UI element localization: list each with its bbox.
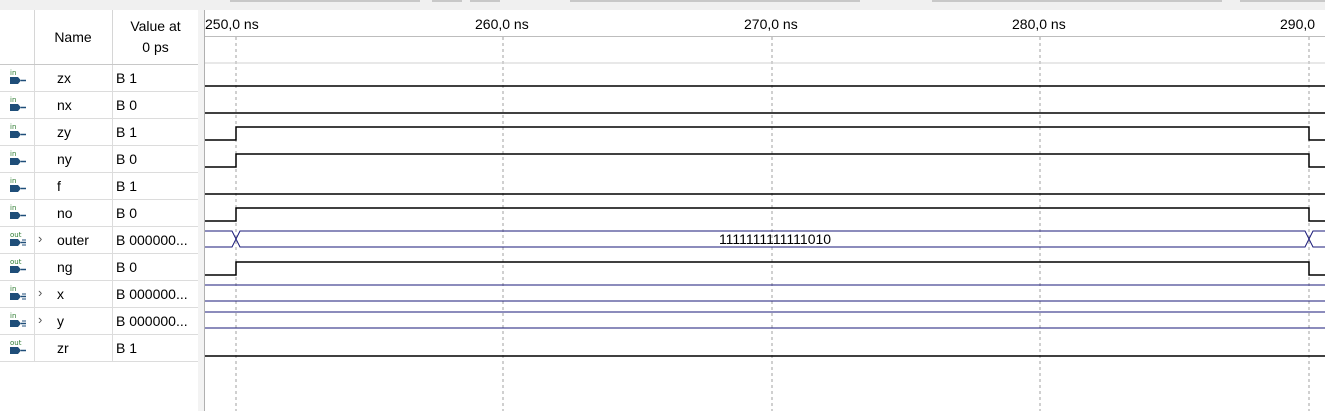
signal-name: zx bbox=[57, 70, 71, 86]
signal-list-panel: Name Value at 0 ps in zx B 1 in nx B 0 in zy B 1… bbox=[0, 10, 199, 411]
signal-value: B 0 bbox=[116, 151, 138, 167]
signal-name: ny bbox=[57, 151, 72, 167]
splitter-handle[interactable] bbox=[198, 10, 205, 411]
waveform-viewer[interactable]: 250,0 ns 260,0 ns 270,0 ns 280,0 ns 290,… bbox=[205, 10, 1325, 411]
waveform-ny bbox=[205, 153, 1325, 168]
waveform-ng bbox=[205, 261, 1325, 276]
input-pin-icon: in bbox=[9, 204, 27, 222]
name-column-header[interactable]: Name bbox=[34, 10, 113, 64]
svg-text:in: in bbox=[10, 69, 16, 77]
signal-value: B 1 bbox=[116, 124, 138, 140]
svg-text:in: in bbox=[10, 96, 16, 104]
svg-text:in: in bbox=[10, 312, 16, 320]
waveform-no bbox=[205, 207, 1325, 222]
toolbar-segment bbox=[932, 0, 1222, 2]
toolbar-segment bbox=[470, 0, 500, 2]
svg-text:in: in bbox=[10, 204, 16, 212]
output-pin-icon: out bbox=[9, 258, 27, 276]
signal-name: f bbox=[57, 178, 61, 194]
column-divider bbox=[112, 281, 113, 307]
column-divider bbox=[112, 119, 113, 145]
input-bus-icon: in bbox=[9, 312, 27, 330]
waveform-canvas: 1111111111111010 bbox=[205, 37, 1325, 411]
signal-name: zr bbox=[57, 340, 69, 356]
column-divider bbox=[112, 200, 113, 226]
signal-row-zr[interactable]: out zr B 1 bbox=[0, 335, 198, 362]
column-divider bbox=[112, 92, 113, 118]
column-divider bbox=[112, 308, 113, 334]
signal-row-ng[interactable]: out ng B 0 bbox=[0, 254, 198, 281]
toolbar-segment bbox=[230, 0, 420, 2]
expand-chevron-icon[interactable]: › bbox=[38, 231, 42, 246]
toolbar-segment bbox=[1240, 0, 1325, 2]
input-pin-icon: in bbox=[9, 96, 27, 114]
signal-value: B 1 bbox=[116, 178, 138, 194]
signal-row-ny[interactable]: in ny B 0 bbox=[0, 146, 198, 173]
input-pin-icon: in bbox=[9, 69, 27, 87]
signal-value: B 1 bbox=[116, 70, 138, 86]
signal-value: B 1 bbox=[116, 340, 138, 356]
input-pin-icon: in bbox=[9, 150, 27, 168]
expand-chevron-icon[interactable]: › bbox=[38, 285, 42, 300]
svg-text:in: in bbox=[10, 285, 16, 293]
waveform-zy bbox=[205, 126, 1325, 141]
svg-text:in: in bbox=[10, 123, 16, 131]
signal-value: B 000000... bbox=[116, 286, 188, 302]
signal-value: B 0 bbox=[116, 259, 138, 275]
signal-row-zy[interactable]: in zy B 1 bbox=[0, 119, 198, 146]
column-divider bbox=[112, 227, 113, 253]
svg-text:out: out bbox=[10, 339, 22, 347]
input-pin-icon: in bbox=[9, 177, 27, 195]
signal-value: B 0 bbox=[116, 97, 138, 113]
column-divider bbox=[112, 173, 113, 199]
column-divider bbox=[112, 146, 113, 172]
signal-name: y bbox=[57, 313, 64, 329]
input-pin-icon: in bbox=[9, 123, 27, 141]
signal-value: B 000000... bbox=[116, 232, 188, 248]
signal-row-no[interactable]: in no B 0 bbox=[0, 200, 198, 227]
signal-row-x[interactable]: in › x B 000000... bbox=[0, 281, 198, 308]
output-bus-icon: out bbox=[9, 231, 27, 249]
toolbar-segment bbox=[570, 0, 860, 2]
signal-row-y[interactable]: in › y B 000000... bbox=[0, 308, 198, 335]
bus-value-label: 1111111111111010 bbox=[719, 231, 831, 247]
column-divider bbox=[112, 65, 113, 91]
signal-name: no bbox=[57, 205, 73, 221]
signal-list-header: Name Value at 0 ps bbox=[0, 10, 198, 65]
signal-name: x bbox=[57, 286, 64, 302]
top-toolbar-strip bbox=[0, 0, 1325, 10]
svg-text:in: in bbox=[10, 150, 16, 158]
icon-column-header bbox=[0, 10, 35, 64]
signal-name: nx bbox=[57, 97, 72, 113]
expand-chevron-icon[interactable]: › bbox=[38, 312, 42, 327]
signal-row-zx[interactable]: in zx B 1 bbox=[0, 65, 198, 92]
input-bus-icon: in bbox=[9, 285, 27, 303]
toolbar-segment bbox=[432, 0, 462, 2]
signal-name: zy bbox=[57, 124, 71, 140]
signal-row-f[interactable]: in f B 1 bbox=[0, 173, 198, 200]
value-header-line2: 0 ps bbox=[142, 39, 169, 55]
column-divider bbox=[112, 335, 113, 361]
value-header-line1: Value at bbox=[130, 18, 181, 34]
signal-row-nx[interactable]: in nx B 0 bbox=[0, 92, 198, 119]
signal-value: B 0 bbox=[116, 205, 138, 221]
svg-text:in: in bbox=[10, 177, 16, 185]
column-divider bbox=[112, 254, 113, 280]
value-column-header[interactable]: Value at 0 ps bbox=[113, 16, 198, 58]
signal-value: B 000000... bbox=[116, 313, 188, 329]
svg-text:out: out bbox=[10, 231, 22, 239]
signal-name: ng bbox=[57, 259, 73, 275]
output-pin-icon: out bbox=[9, 339, 27, 357]
svg-text:out: out bbox=[10, 258, 22, 266]
signal-name: outer bbox=[57, 232, 89, 248]
signal-row-outer[interactable]: out › outer B 000000... bbox=[0, 227, 198, 254]
